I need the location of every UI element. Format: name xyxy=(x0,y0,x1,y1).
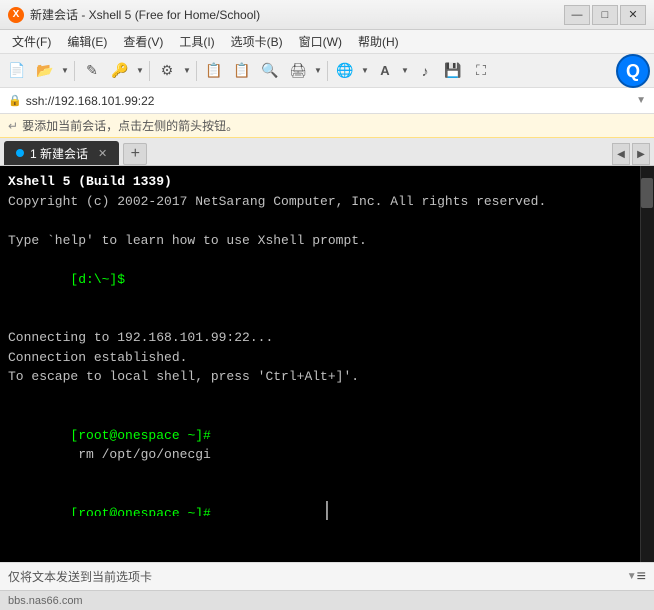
terminal-scrollbar[interactable] xyxy=(640,166,654,562)
app-icon: X xyxy=(8,7,24,23)
toolbar-separator-4 xyxy=(327,61,328,81)
active-tab[interactable]: 1 新建会话 ✕ xyxy=(4,141,119,165)
settings-dropdown[interactable]: ▼ xyxy=(182,58,192,84)
menu-window[interactable]: 窗口(W) xyxy=(291,30,350,53)
toolbar-separator-2 xyxy=(149,61,150,81)
copy-button[interactable]: 📋 xyxy=(201,58,227,84)
menu-tools[interactable]: 工具(I) xyxy=(171,30,222,53)
terminal-line-4: [d:\~]$ xyxy=(8,250,646,309)
find-button[interactable]: 🔍 xyxy=(257,58,283,84)
open-dropdown[interactable]: ▼ xyxy=(60,58,70,84)
open-button[interactable]: 📂 xyxy=(32,58,58,84)
bottom-bar-label: 仅将文本发送到当前选项卡 xyxy=(8,568,623,585)
menu-help[interactable]: 帮助(H) xyxy=(350,30,407,53)
info-bar-text: 要添加当前会话，点击左侧的箭头按钮。 xyxy=(22,117,238,134)
address-text[interactable]: ssh://192.168.101.99:22 xyxy=(26,94,636,108)
new-tab-button[interactable]: + xyxy=(123,143,147,165)
status-text: bbs.nas66.com xyxy=(8,595,83,607)
menu-view[interactable]: 查看(V) xyxy=(115,30,171,53)
toolbar-separator-1 xyxy=(74,61,75,81)
toolbar-separator-3 xyxy=(196,61,197,81)
terminal-line-3: Type `help' to learn how to use Xshell p… xyxy=(8,231,646,251)
window-title: 新建会话 - Xshell 5 (Free for Home/School) xyxy=(30,6,564,23)
terminal[interactable]: Xshell 5 (Build 1339) Copyright (c) 2002… xyxy=(0,166,654,516)
key-button[interactable]: 🔑 xyxy=(107,58,133,84)
terminal-line-6: Connecting to 192.168.101.99:22... xyxy=(8,328,646,348)
menu-bar: 文件(F) 编辑(E) 查看(V) 工具(I) 选项卡(B) 窗口(W) 帮助(… xyxy=(0,30,654,54)
terminal-line-11: [root@onespace ~]# cp /home/lyl/onecgi /… xyxy=(8,484,646,516)
tab-scroll-right[interactable]: ▶ xyxy=(632,143,650,165)
terminal-line-8: To escape to local shell, press 'Ctrl+Al… xyxy=(8,367,646,387)
terminal-line-9 xyxy=(8,387,646,407)
menu-edit[interactable]: 编辑(E) xyxy=(59,30,115,53)
prompt-green-3: [root@onespace ~]# xyxy=(70,506,210,517)
menu-file[interactable]: 文件(F) xyxy=(4,30,59,53)
network-button[interactable]: 🌐 xyxy=(332,58,358,84)
terminal-line-5 xyxy=(8,309,646,329)
address-bar: 🔒 ssh://192.168.101.99:22 ▼ xyxy=(0,88,654,114)
info-bar: ↵ 要添加当前会话，点击左侧的箭头按钮。 xyxy=(0,114,654,138)
terminal-wrapper: Xshell 5 (Build 1339) Copyright (c) 2002… xyxy=(0,166,654,562)
print-button[interactable]: 🖨 xyxy=(285,58,311,84)
edit-button[interactable]: ✎ xyxy=(79,58,105,84)
new-session-button[interactable]: 📄 xyxy=(4,58,30,84)
tab-label: 1 新建会话 xyxy=(30,145,88,162)
audio-button[interactable]: ♪ xyxy=(412,58,438,84)
settings-button[interactable]: ⚙ xyxy=(154,58,180,84)
terminal-line-0: Xshell 5 (Build 1339) xyxy=(8,172,646,192)
bottom-dropdown-icon[interactable]: ▼ xyxy=(627,571,637,582)
window-controls: — □ ✕ xyxy=(564,5,646,25)
tab-status-dot xyxy=(16,149,24,157)
prompt-green-2: [root@onespace ~]# xyxy=(70,428,210,443)
tab-bar: 1 新建会话 ✕ + ◀ ▶ xyxy=(0,138,654,166)
font-button[interactable]: A xyxy=(372,58,398,84)
bottom-menu-icon[interactable]: ≡ xyxy=(637,568,646,586)
menu-options[interactable]: 选项卡(B) xyxy=(223,30,291,53)
key-dropdown[interactable]: ▼ xyxy=(135,58,145,84)
terminal-line-2 xyxy=(8,211,646,231)
minimize-button[interactable]: — xyxy=(564,5,590,25)
address-dropdown[interactable]: ▼ xyxy=(636,95,646,106)
tab-navigation: ◀ ▶ xyxy=(612,143,650,165)
fullscreen-button[interactable]: ⛶ xyxy=(468,58,494,84)
toolbar: 📄 📂 ▼ ✎ 🔑 ▼ ⚙ ▼ 📋 📋 🔍 🖨 ▼ 🌐 ▼ A ▼ ♪ 💾 ⛶ … xyxy=(0,54,654,88)
maximize-button[interactable]: □ xyxy=(592,5,618,25)
save-button[interactable]: 💾 xyxy=(440,58,466,84)
terminal-line-7: Connection established. xyxy=(8,348,646,368)
print-dropdown[interactable]: ▼ xyxy=(313,58,323,84)
bottom-bar: 仅将文本发送到当前选项卡 ▼ ≡ xyxy=(0,562,654,590)
terminal-scrollbar-thumb[interactable] xyxy=(641,178,653,208)
terminal-line-10: [root@onespace ~]# rm /opt/go/onecgi xyxy=(8,406,646,484)
app-window: X 新建会话 - Xshell 5 (Free for Home/School)… xyxy=(0,0,654,610)
cmd-text-1: rm /opt/go/onecgi xyxy=(70,447,210,462)
paste-button[interactable]: 📋 xyxy=(229,58,255,84)
title-bar: X 新建会话 - Xshell 5 (Free for Home/School)… xyxy=(0,0,654,30)
status-bar: bbs.nas66.com xyxy=(0,590,654,610)
tab-close-button[interactable]: ✕ xyxy=(98,147,107,160)
terminal-line-1: Copyright (c) 2002-2017 NetSarang Comput… xyxy=(8,192,646,212)
font-dropdown[interactable]: ▼ xyxy=(400,58,410,84)
quick-connect-button[interactable]: Q xyxy=(616,54,650,88)
tab-scroll-left[interactable]: ◀ xyxy=(612,143,630,165)
close-button[interactable]: ✕ xyxy=(620,5,646,25)
lock-icon: 🔒 xyxy=(8,94,22,107)
network-dropdown[interactable]: ▼ xyxy=(360,58,370,84)
prompt-green: [d:\~]$ xyxy=(70,272,125,287)
add-session-arrow[interactable]: ↵ xyxy=(8,119,18,133)
